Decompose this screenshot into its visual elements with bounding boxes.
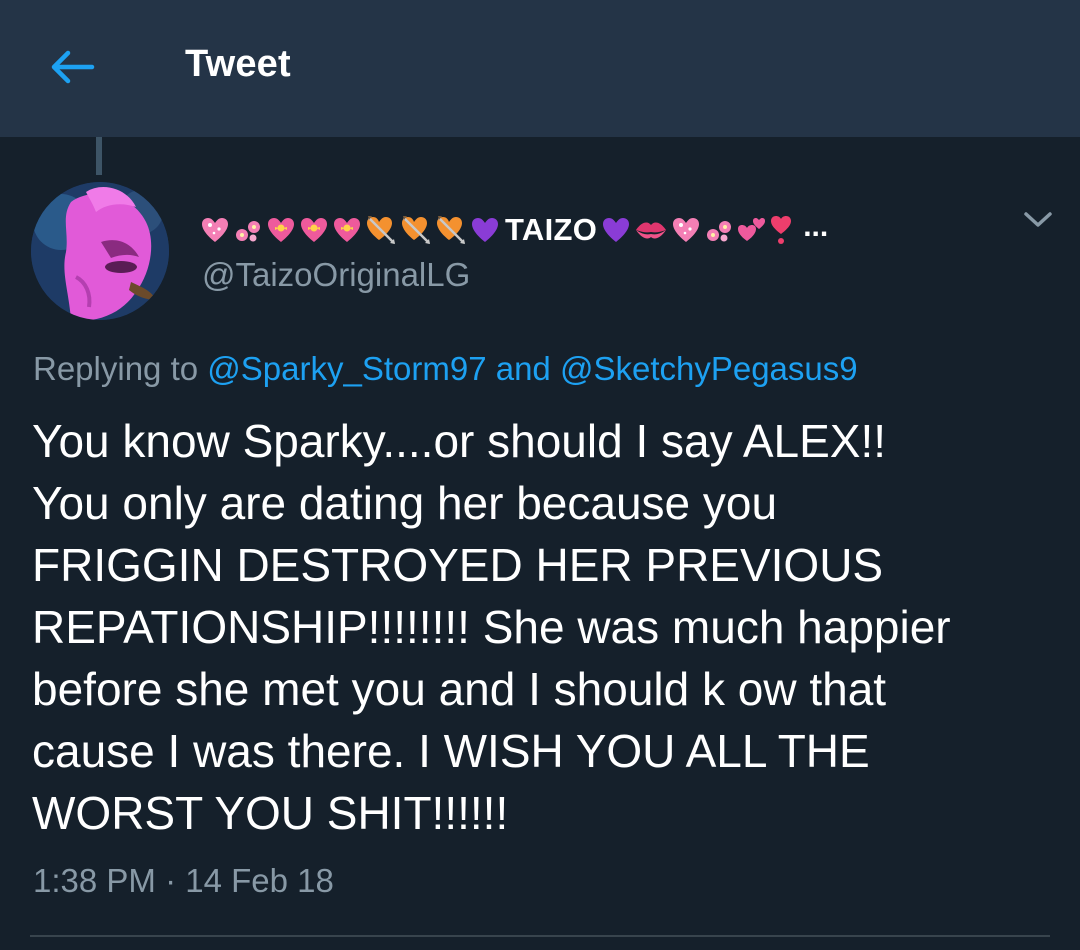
- top-app-bar: Tweet: [0, 0, 1080, 137]
- page-title: Tweet: [185, 43, 291, 85]
- kiss-mark-icon: [636, 222, 667, 239]
- tweet-timestamp: 1:38 PM · 14 Feb 18: [33, 862, 334, 899]
- heart-with-arrow-icon: [367, 216, 395, 244]
- tweet-text-line: before she met you and I should k ow tha…: [32, 663, 887, 715]
- two-hearts-icon: [738, 218, 766, 241]
- heart-with-ribbon-icon: [301, 218, 327, 242]
- purple-heart-icon: [603, 218, 630, 242]
- arrow-left-icon: [51, 50, 95, 84]
- cherry-blossom-icon: [236, 221, 260, 242]
- heart-with-ribbon-icon: [334, 218, 360, 242]
- heart-exclamation-icon: [771, 216, 792, 244]
- reply-user-link-2[interactable]: @SketchyPegasus9: [560, 350, 858, 387]
- back-button[interactable]: [42, 42, 102, 92]
- tweet-page: Tweet TAIZO ... @TaizoOriginalLG Replyin…: [0, 0, 1080, 950]
- display-name-text: TAIZO: [505, 212, 598, 247]
- sparkling-heart-icon: [202, 218, 228, 242]
- heart-with-arrow-icon: [402, 216, 430, 244]
- tweet-text-line: WORST YOU SHIT!!!!!!: [32, 787, 509, 839]
- avatar[interactable]: [31, 182, 169, 320]
- author-display-name[interactable]: TAIZO ...: [200, 200, 828, 260]
- purple-heart-icon: [472, 218, 498, 242]
- tweet-options-button[interactable]: [1015, 200, 1061, 240]
- tweet-text-line: REPATIONSHIP!!!!!!!! She was much happie…: [32, 601, 951, 653]
- reply-prefix: Replying to: [33, 350, 208, 387]
- name-prefix-emojis: [200, 214, 503, 246]
- divider: [30, 935, 1050, 937]
- thread-connector-line: [96, 137, 102, 175]
- heart-with-ribbon-icon: [268, 218, 294, 242]
- name-truncation: ...: [803, 210, 829, 243]
- tweet-text-line: You only are dating her because you: [32, 477, 778, 529]
- sparkling-heart-icon: [673, 218, 700, 242]
- author-handle[interactable]: @TaizoOriginalLG: [202, 256, 470, 294]
- name-suffix-emojis: [601, 215, 795, 245]
- reply-user-link-1[interactable]: @Sparky_Storm97: [207, 350, 486, 387]
- tweet-text-line: cause I was there. I WISH YOU ALL THE: [32, 725, 870, 777]
- heart-with-arrow-icon: [437, 216, 465, 244]
- reply-joiner[interactable]: and: [487, 350, 560, 387]
- reply-context: Replying to @Sparky_Storm97 and @Sketchy…: [33, 350, 858, 388]
- cherry-blossom-icon: [707, 221, 732, 242]
- tweet-text-line: You know Sparky....or should I say ALEX!…: [32, 415, 887, 467]
- chevron-down-icon: [1024, 212, 1052, 227]
- tweet-text-line: FRIGGIN DESTROYED HER PREVIOUS: [32, 539, 884, 591]
- pink-pony-avatar-icon: [31, 182, 169, 320]
- tweet-body: You know Sparky....or should I say ALEX!…: [32, 410, 1042, 844]
